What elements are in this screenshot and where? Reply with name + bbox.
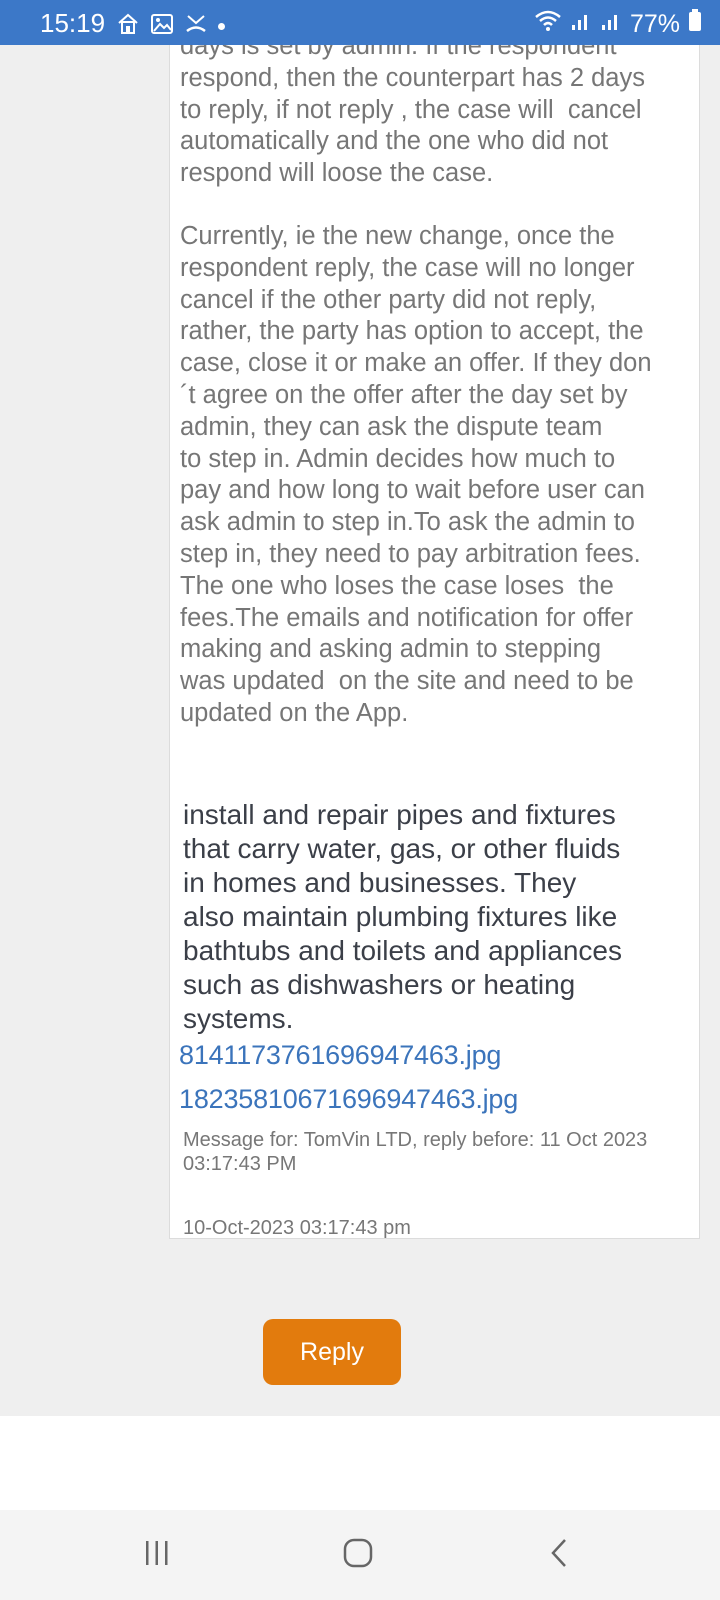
signal-icon <box>570 8 592 39</box>
battery-level: 77% <box>629 9 680 38</box>
recent-apps-icon <box>142 1538 172 1573</box>
status-system-icons: 77% <box>534 8 702 39</box>
home-icon <box>116 12 140 41</box>
system-navigation-bar <box>0 1510 720 1600</box>
message-timestamp: 10-Oct-2023 03:17:43 pm <box>183 1217 411 1239</box>
status-time: 15:19 <box>40 8 106 38</box>
message-card: days is set by admin. If the respondent … <box>169 20 700 1239</box>
wifi-icon <box>534 8 562 39</box>
back-button[interactable] <box>530 1532 590 1578</box>
image-icon <box>150 12 174 41</box>
notification-dot <box>218 23 225 30</box>
signal-icon <box>600 8 622 39</box>
message-paragraph: days is set by admin. If the respondent … <box>180 32 645 188</box>
recent-apps-button[interactable] <box>127 1532 187 1578</box>
status-notification-icons <box>116 12 225 41</box>
back-icon <box>545 1537 575 1574</box>
reply-button[interactable]: Reply <box>263 1319 401 1385</box>
message-paragraph: Currently, ie the new change, once the r… <box>180 222 652 727</box>
status-bar: 15:19 77% <box>0 0 720 45</box>
missed-call-icon <box>184 12 208 41</box>
battery-icon <box>688 8 702 39</box>
attachment-link[interactable]: 8141173761696947463.jpg <box>179 1038 501 1072</box>
service-description: install and repair pipes and fixtures th… <box>183 799 622 1034</box>
attachment-link[interactable]: 18235810671696947463.jpg <box>179 1082 518 1116</box>
message-recipient-deadline: Message for: TomVin LTD, reply before: 1… <box>183 1129 648 1175</box>
home-icon <box>342 1537 374 1574</box>
home-button[interactable] <box>328 1532 388 1578</box>
bottom-spacer <box>0 1416 720 1510</box>
